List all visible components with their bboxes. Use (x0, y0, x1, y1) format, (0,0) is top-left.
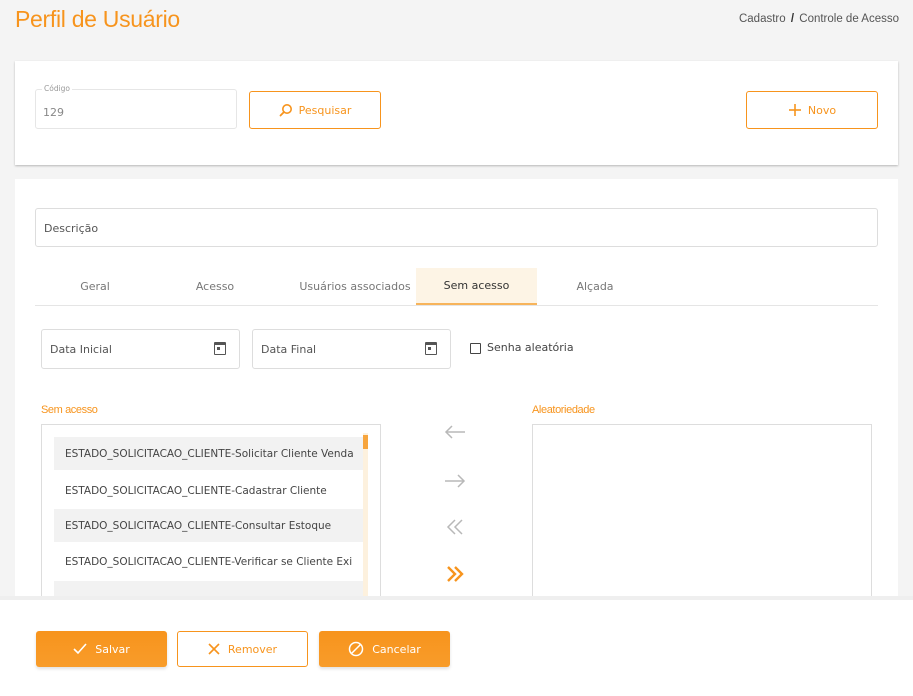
list-item[interactable]: ESTADO_SOLICITACAO_CLIENTE-Cadastrar Cli… (54, 474, 364, 507)
breadcrumb-cadastro[interactable]: Cadastro (739, 13, 786, 25)
form-card: Descrição Geral Acesso Usuários associad… (15, 179, 898, 596)
list-item[interactable]: ESTADO_SOLICITACAO_CLIENTE-Consultar Est… (54, 509, 364, 542)
new-button-label: Novo (807, 103, 837, 117)
list-item[interactable]: ESTADO_SOLICITACAO_CLIENTE-Verificar se … (54, 545, 364, 578)
tab-alcada[interactable]: Alçada (545, 268, 645, 305)
move-all-left-button[interactable] (443, 515, 467, 539)
code-value: 129 (43, 106, 64, 119)
save-button[interactable]: Salvar (36, 631, 167, 667)
random-password-checkbox[interactable] (470, 343, 481, 354)
tab-sem-acesso[interactable]: Sem acesso (416, 268, 537, 305)
scrollbar-thumb[interactable] (363, 435, 368, 449)
footer-actions: Salvar Remover Cancelar (0, 600, 913, 696)
code-field[interactable]: Código 129 (35, 84, 237, 129)
arrow-right-icon (445, 474, 466, 488)
x-icon (208, 643, 220, 655)
left-list-title: Sem acesso (41, 404, 98, 416)
start-date-field[interactable]: Data Inicial (41, 329, 240, 369)
search-button-label: Pesquisar (298, 103, 352, 117)
randomness-list[interactable] (532, 424, 872, 596)
ban-icon (348, 641, 364, 657)
end-date-label: Data Final (261, 343, 317, 356)
calendar-icon[interactable] (214, 342, 226, 355)
arrow-left-icon (444, 425, 465, 439)
breadcrumb-controle-acesso: Controle de Acesso (799, 13, 899, 25)
save-button-label: Salvar (95, 642, 130, 656)
right-list-title: Aleatoriedade (532, 404, 595, 416)
code-label: Código (42, 84, 73, 93)
random-password-label: Senha aleatória (487, 341, 574, 354)
new-button[interactable]: Novo (746, 91, 878, 129)
page-title: Perfil de Usuário (15, 6, 180, 32)
double-left-icon (446, 519, 463, 535)
tab-geral[interactable]: Geral (45, 268, 145, 305)
remove-button-label: Remover (227, 642, 278, 656)
remove-button[interactable]: Remover (177, 631, 308, 667)
double-right-icon (447, 566, 464, 582)
move-all-right-button[interactable] (443, 562, 467, 586)
plus-icon (788, 104, 801, 116)
no-access-list[interactable]: ESTADO_SOLICITACAO_CLIENTE-Solicitar Cli… (41, 424, 381, 596)
tab-acesso[interactable]: Acesso (165, 268, 265, 305)
description-field[interactable]: Descrição (35, 208, 878, 247)
search-icon (279, 104, 292, 117)
list-item[interactable]: ESTADO_SOLICITACAO_CLIENTE-Solicitar Cli… (54, 437, 364, 470)
tabs: Geral Acesso Usuários associados Sem ace… (35, 268, 878, 306)
description-label: Descrição (44, 222, 99, 235)
tab-usuarios-associados[interactable]: Usuários associados (285, 268, 425, 305)
cancel-button-label: Cancelar (372, 642, 421, 656)
scrollbar-track[interactable] (363, 433, 368, 596)
end-date-field[interactable]: Data Final (252, 329, 451, 369)
breadcrumb: Cadastro / Controle de Acesso (739, 13, 899, 25)
search-button[interactable]: Pesquisar (249, 91, 381, 129)
move-left-button[interactable] (443, 420, 467, 444)
check-icon (73, 643, 87, 655)
search-card: Código 129 Pesquisar Novo (15, 61, 898, 165)
move-right-button[interactable] (443, 469, 467, 493)
breadcrumb-separator: / (790, 13, 795, 25)
list-item[interactable] (54, 581, 364, 596)
cancel-button[interactable]: Cancelar (319, 631, 450, 667)
start-date-label: Data Inicial (50, 343, 112, 356)
calendar-icon[interactable] (425, 342, 437, 355)
